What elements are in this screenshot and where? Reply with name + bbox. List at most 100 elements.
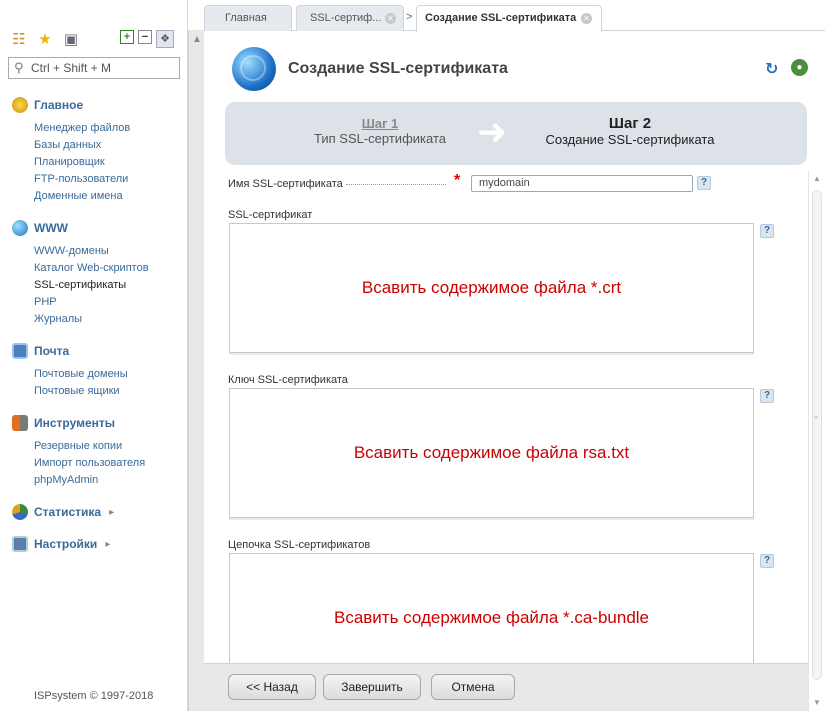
menu-section-title[interactable]: Почта [12, 342, 182, 360]
step-title: Тип SSL-сертификата [314, 131, 446, 146]
sidebar-item-phpmyadmin[interactable]: phpMyAdmin [34, 472, 182, 489]
search-placeholder: Ctrl + Shift + M [31, 61, 112, 75]
sidebar-item-ssl-certificates[interactable]: SSL-сертификаты [34, 277, 182, 294]
chain-textarea[interactable]: Всавить содержимое файла *.ca-bundle [229, 553, 754, 663]
sidebar-item-file-manager[interactable]: Менеджер файлов [34, 120, 182, 137]
briefcase-icon[interactable]: ▣ [62, 30, 80, 48]
scroll-down-icon[interactable]: ▼ [813, 698, 821, 707]
help-icon[interactable]: ● [791, 59, 808, 76]
menu-search-input[interactable]: ⚲ Ctrl + Shift + M [8, 57, 180, 79]
wizard-step-1[interactable]: Шаг 1 Тип SSL-сертификата [310, 116, 450, 146]
collapse-arrow-icon: ▲ [192, 34, 202, 45]
menu-section-www: WWW WWW-домены Каталог Web-скриптов SSL-… [12, 219, 182, 328]
arrow-right-icon: ➜ [477, 111, 508, 152]
close-icon[interactable]: ✕ [385, 13, 396, 24]
scroll-up-icon[interactable]: ▲ [813, 174, 821, 183]
tab-create-ssl[interactable]: Создание SSL-сертификата ✕ [416, 5, 602, 32]
sidebar-item-php[interactable]: PHP [34, 294, 182, 311]
globe-icon [12, 220, 28, 236]
button-bar: << Назад Завершить Отмена [204, 663, 808, 711]
menu-section-title[interactable]: WWW [12, 219, 182, 237]
sidebar-item-databases[interactable]: Базы данных [34, 137, 182, 154]
menu-section-label: Настройки [34, 537, 98, 551]
help-icon[interactable]: ? [760, 554, 774, 568]
key-hint: Всавить содержимое файла rsa.txt [353, 443, 630, 462]
tab-ssl-certificates[interactable]: SSL-сертиф... ✕ [296, 5, 404, 31]
cert-label: SSL-сертификат [228, 209, 313, 221]
chain-label: Цепочка SSL-сертификатов [228, 539, 371, 551]
scrollbar-thumb[interactable] [812, 190, 822, 680]
cert-name-field[interactable]: mydomain [471, 175, 693, 192]
sidebar-item-www-domains[interactable]: WWW-домены [34, 243, 182, 260]
help-icon[interactable]: ? [760, 389, 774, 403]
chain-hint: Всавить содержимое файла *.ca-bundle [333, 608, 649, 627]
help-icon[interactable]: ? [697, 176, 711, 190]
copyright: ISPsystem © 1997-2018 [34, 690, 154, 702]
tab-bar: Главная SSL-сертиф... ✕ > Создание SSL-с… [204, 0, 825, 32]
tree-icon[interactable]: ☷ [10, 30, 28, 48]
stats-icon [12, 504, 28, 520]
step-number: Шаг 2 [608, 115, 652, 132]
wizard-steps: Шаг 1 Тип SSL-сертификата ➜ Шаг 2 Создан… [225, 102, 807, 165]
refresh-icon[interactable]: ↻ [765, 59, 778, 79]
sidebar-collapse-strip[interactable]: ▲ [188, 30, 204, 711]
sidebar: ☷ ★ ▣ + − ❖ ⚲ Ctrl + Shift + M Главное М… [0, 0, 188, 711]
breadcrumb-separator: > [406, 11, 413, 23]
grip-icon: ≡ [814, 415, 819, 422]
close-icon[interactable]: ✕ [581, 13, 592, 24]
required-marker: * [454, 172, 461, 189]
sidebar-item-web-scripts[interactable]: Каталог Web-скриптов [34, 260, 182, 277]
wizard-step-2: Шаг 2 Создание SSL-сертификата [530, 115, 730, 147]
sidebar-tree-controls: + − ❖ [120, 30, 174, 48]
settings-icon [12, 536, 28, 552]
menu-section-label: WWW [34, 221, 68, 235]
ssl-form: Имя SSL-сертификата * mydomain ? SSL-сер… [204, 170, 808, 663]
menu-section-title[interactable]: Инструменты [12, 414, 182, 432]
vertical-scrollbar[interactable]: ▲ ≡ ▼ [808, 170, 825, 711]
certificate-hint: Всавить содержимое файла *.crt [361, 278, 622, 297]
certificate-textarea[interactable]: Всавить содержимое файла *.crt [229, 223, 754, 353]
menu-section-title[interactable]: Статистика ▸ [12, 503, 182, 521]
favorites-star-icon[interactable]: ★ [36, 30, 54, 48]
finish-button[interactable]: Завершить [323, 674, 421, 700]
sidebar-item-logs[interactable]: Журналы [34, 311, 182, 328]
menu-section-label: Статистика [34, 505, 102, 519]
menu-section-label: Инструменты [34, 416, 116, 430]
page-title: Создание SSL-сертификата [288, 60, 508, 77]
tools-icon [12, 415, 28, 431]
menu-section-title[interactable]: Настройки ▸ [12, 535, 182, 553]
sidebar-item-domain-names[interactable]: Доменные имена [34, 188, 182, 205]
sidebar-item-backups[interactable]: Резервные копии [34, 438, 182, 455]
tab-label: SSL-сертиф... [310, 12, 382, 24]
label-leader [346, 184, 446, 185]
sidebar-item-mailboxes[interactable]: Почтовые ящики [34, 383, 182, 400]
ssl-globe-icon [232, 47, 276, 91]
collapse-all-icon[interactable]: − [138, 30, 152, 44]
home-icon [12, 97, 28, 113]
menu-section-main: Главное Менеджер файлов Базы данных План… [12, 96, 182, 205]
sidebar-toolbar: ☷ ★ ▣ [10, 30, 80, 48]
step-number[interactable]: Шаг 1 [310, 116, 450, 131]
menu-section-mail: Почта Почтовые домены Почтовые ящики [12, 342, 182, 400]
search-icon: ⚲ [14, 60, 24, 75]
menu-section-label: Почта [34, 344, 70, 358]
menu-section-settings: Настройки ▸ [12, 535, 182, 553]
cancel-button[interactable]: Отмена [431, 674, 515, 700]
tab-label: Создание SSL-сертификата [425, 12, 577, 24]
mail-icon [12, 343, 28, 359]
help-icon[interactable]: ? [760, 224, 774, 238]
main-menu: Главное Менеджер файлов Базы данных План… [12, 96, 182, 567]
sidebar-item-ftp-users[interactable]: FTP-пользователи [34, 171, 182, 188]
chevron-right-icon: ▸ [105, 538, 111, 550]
private-key-textarea[interactable]: Всавить содержимое файла rsa.txt [229, 388, 754, 518]
menu-section-tools: Инструменты Резервные копии Импорт польз… [12, 414, 182, 489]
name-label: Имя SSL-сертификата [228, 178, 343, 190]
sidebar-item-scheduler[interactable]: Планировщик [34, 154, 182, 171]
menu-section-title[interactable]: Главное [12, 96, 182, 114]
tab-home[interactable]: Главная [204, 5, 292, 31]
back-button[interactable]: << Назад [228, 674, 316, 700]
expand-all-icon[interactable]: + [120, 30, 134, 44]
sidebar-item-mail-domains[interactable]: Почтовые домены [34, 366, 182, 383]
sidebar-item-user-import[interactable]: Импорт пользователя [34, 455, 182, 472]
pin-icon[interactable]: ❖ [156, 30, 174, 48]
